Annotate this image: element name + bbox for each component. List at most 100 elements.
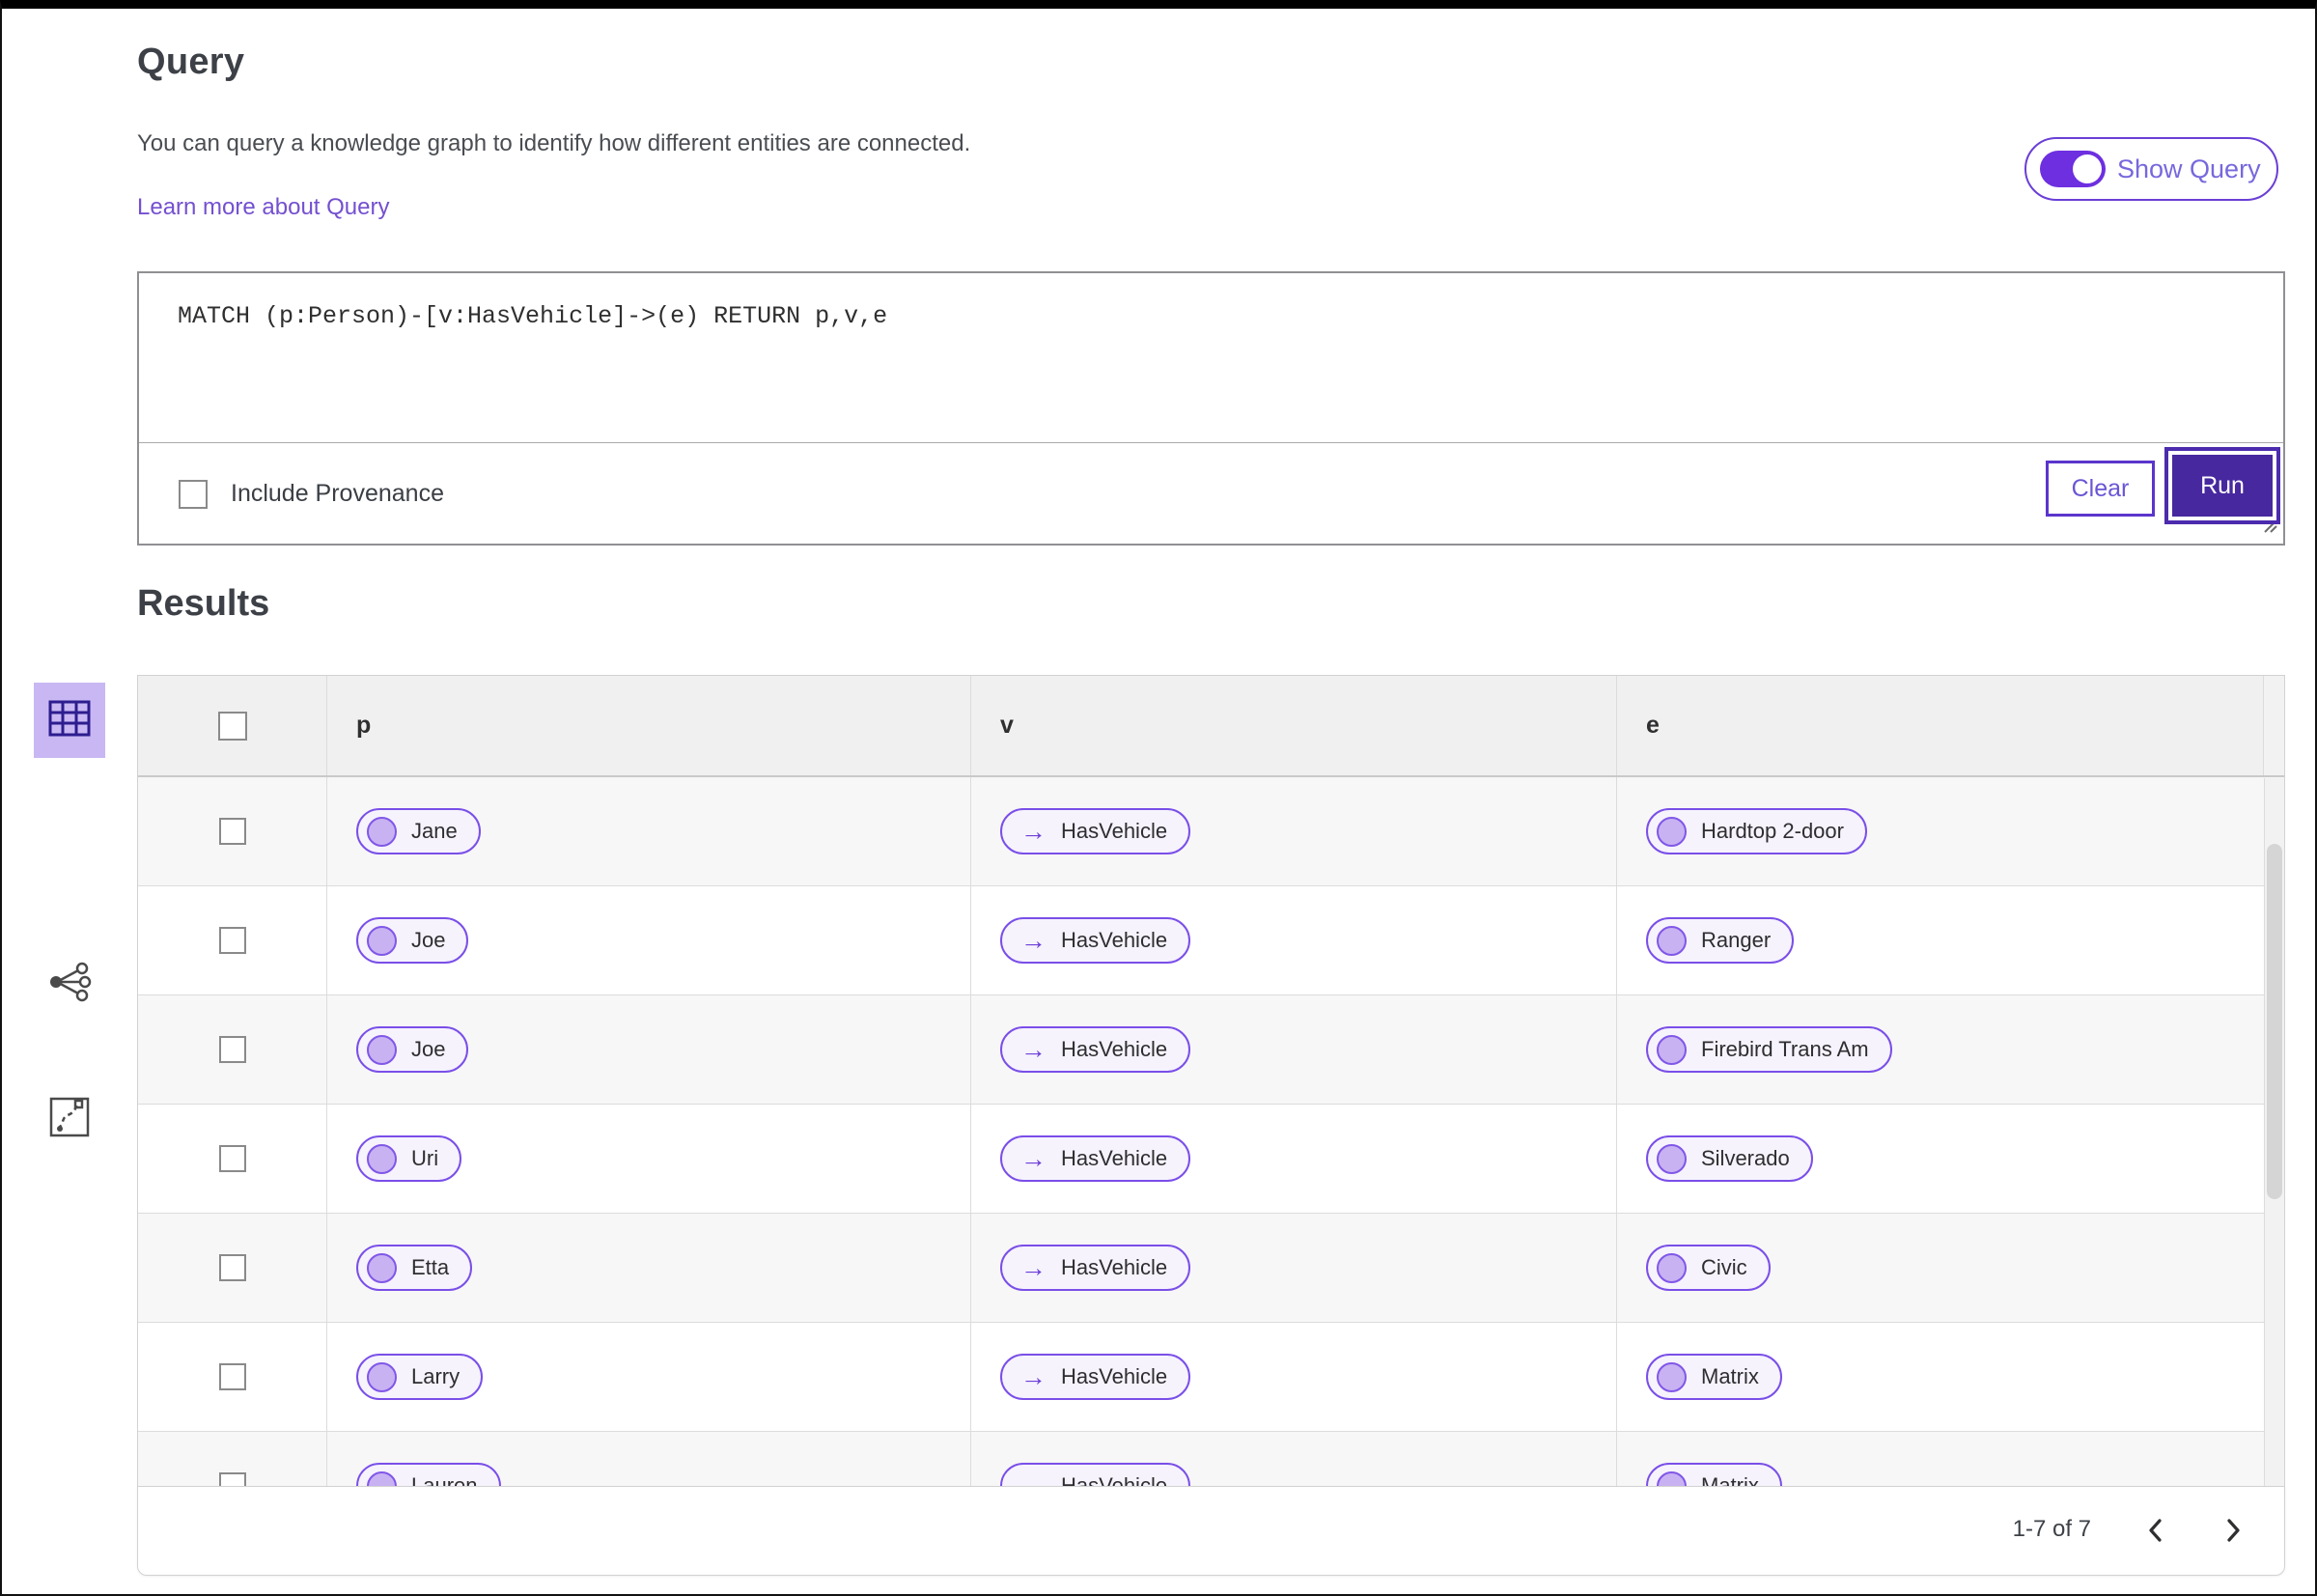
entity-pill[interactable]: Larry — [356, 1354, 484, 1400]
show-query-label: Show Query — [2117, 154, 2261, 183]
toggle-switch-icon[interactable] — [2040, 151, 2106, 187]
scrollbar-header-gap — [2263, 676, 2284, 775]
table-row: Uri → HasVehicle Silverado — [138, 1105, 2284, 1214]
relation-arrow-icon: → — [1020, 816, 1047, 846]
entity-dot-icon — [1657, 1034, 1687, 1065]
entity-pill[interactable]: Silverado — [1646, 1135, 1813, 1182]
row-checkbox[interactable] — [218, 1254, 246, 1281]
entity-dot-icon — [367, 816, 397, 847]
table-header-row: p v e — [138, 676, 2284, 777]
query-actions-bar: Include Provenance Clear Run — [139, 443, 2283, 545]
pill-label: Etta — [411, 1255, 450, 1279]
relation-pill[interactable]: → HasVehicle — [1000, 1354, 1191, 1400]
table-view-button[interactable] — [34, 683, 105, 758]
relation-pill[interactable]: → HasVehicle — [1000, 1135, 1191, 1182]
pill-label: Civic — [1701, 1255, 1747, 1279]
results-table: p v e Jane → HasVehicle Hardtop 2-door Joe → H… — [137, 675, 2285, 1486]
select-all-checkbox[interactable] — [217, 711, 247, 741]
entity-pill[interactable]: Ranger — [1646, 917, 1795, 964]
entity-dot-icon — [1657, 1361, 1687, 1392]
graph-view-button[interactable] — [41, 955, 98, 1013]
row-checkbox[interactable] — [218, 927, 246, 954]
relation-pill[interactable]: → HasVehicle — [1000, 1463, 1191, 1486]
pill-label: Joe — [411, 1037, 446, 1061]
entity-dot-icon — [1657, 1143, 1687, 1174]
entity-pill[interactable]: Jane — [356, 808, 481, 854]
table-view-icon — [48, 700, 91, 742]
results-title: Results — [137, 583, 270, 624]
graph-view-icon — [47, 962, 92, 1007]
entity-dot-icon — [367, 1034, 397, 1065]
run-button[interactable]: Run — [2168, 451, 2276, 520]
table-row: Lauren → HasVehicle Matrix — [138, 1432, 2284, 1486]
column-header-p: p — [356, 712, 372, 739]
relation-pill[interactable]: → HasVehicle — [1000, 808, 1191, 854]
entity-pill[interactable]: Firebird Trans Am — [1646, 1026, 1892, 1073]
column-header-v: v — [1000, 712, 1014, 739]
entity-pill[interactable]: Joe — [356, 1026, 469, 1073]
entity-pill[interactable]: Joe — [356, 917, 469, 964]
entity-pill[interactable]: Uri — [356, 1135, 462, 1182]
table-row: Larry → HasVehicle Matrix — [138, 1323, 2284, 1432]
include-provenance-checkbox[interactable] — [179, 479, 208, 509]
row-checkbox[interactable] — [218, 1036, 246, 1063]
pill-label: Lauren — [411, 1473, 478, 1486]
pill-label: Matrix — [1701, 1473, 1759, 1486]
entity-dot-icon — [367, 1252, 397, 1283]
pill-label: HasVehicle — [1061, 1146, 1168, 1170]
table-row: Jane → HasVehicle Hardtop 2-door — [138, 777, 2284, 886]
row-checkbox[interactable] — [218, 818, 246, 845]
pill-label: Hardtop 2-door — [1701, 819, 1844, 843]
entity-dot-icon — [367, 1143, 397, 1174]
entity-dot-icon — [1657, 1470, 1687, 1486]
relation-pill[interactable]: → HasVehicle — [1000, 1245, 1191, 1291]
entity-pill[interactable]: Hardtop 2-door — [1646, 808, 1867, 854]
include-provenance-label: Include Provenance — [231, 480, 444, 507]
entity-pill[interactable]: Matrix — [1646, 1354, 1782, 1400]
row-checkbox[interactable] — [218, 1472, 246, 1486]
pill-label: HasVehicle — [1061, 1037, 1168, 1061]
route-view-button[interactable] — [41, 1090, 98, 1148]
previous-page-button[interactable] — [2136, 1510, 2176, 1551]
pill-label: Silverado — [1701, 1146, 1790, 1170]
table-row: Joe → HasVehicle Ranger — [138, 886, 2284, 995]
entity-pill[interactable]: Matrix — [1646, 1463, 1782, 1486]
row-checkbox[interactable] — [218, 1363, 246, 1390]
pill-label: HasVehicle — [1061, 1473, 1168, 1486]
query-panel: MATCH (p:Person)-[v:HasVehicle]->(e) RET… — [137, 271, 2285, 546]
header-checkbox-cell — [138, 676, 326, 775]
entity-pill[interactable]: Etta — [356, 1245, 473, 1291]
column-header-e: e — [1646, 712, 1660, 739]
entity-pill[interactable]: Lauren — [356, 1463, 501, 1486]
page-title: Query — [137, 42, 245, 82]
relation-pill[interactable]: → HasVehicle — [1000, 1026, 1191, 1073]
row-checkbox[interactable] — [218, 1145, 246, 1172]
scrollbar-thumb[interactable] — [2267, 844, 2282, 1199]
pagination-bar: 1-7 of 7 — [137, 1486, 2285, 1576]
pill-label: Jane — [411, 819, 458, 843]
show-query-toggle[interactable]: Show Query — [2024, 137, 2278, 201]
pill-label: Joe — [411, 928, 446, 952]
page: Query You can query a knowledge graph to… — [0, 0, 2317, 1596]
table-scrollbar[interactable] — [2264, 778, 2284, 1486]
relation-arrow-icon: → — [1020, 1361, 1047, 1391]
table-body: Jane → HasVehicle Hardtop 2-door Joe → HasVehi… — [138, 777, 2284, 1486]
table-row: Joe → HasVehicle Firebird Trans Am — [138, 995, 2284, 1105]
entity-dot-icon — [367, 1470, 397, 1486]
query-input[interactable]: MATCH (p:Person)-[v:HasVehicle]->(e) RET… — [139, 273, 2283, 443]
pill-label: HasVehicle — [1061, 1255, 1168, 1279]
next-page-button[interactable] — [2213, 1510, 2253, 1551]
entity-dot-icon — [367, 925, 397, 956]
entity-dot-icon — [1657, 925, 1687, 956]
learn-more-link[interactable]: Learn more about Query — [137, 194, 389, 221]
page-description: You can query a knowledge graph to ident… — [137, 130, 971, 156]
pagination-range-label: 1-7 of 7 — [2012, 1516, 2091, 1542]
pill-label: Firebird Trans Am — [1701, 1037, 1869, 1061]
entity-pill[interactable]: Civic — [1646, 1245, 1771, 1291]
relation-arrow-icon: → — [1020, 925, 1047, 955]
pill-label: Uri — [411, 1146, 439, 1170]
relation-arrow-icon: → — [1020, 1470, 1047, 1486]
clear-button[interactable]: Clear — [2046, 461, 2155, 517]
relation-pill[interactable]: → HasVehicle — [1000, 917, 1191, 964]
pill-label: Larry — [411, 1364, 461, 1388]
